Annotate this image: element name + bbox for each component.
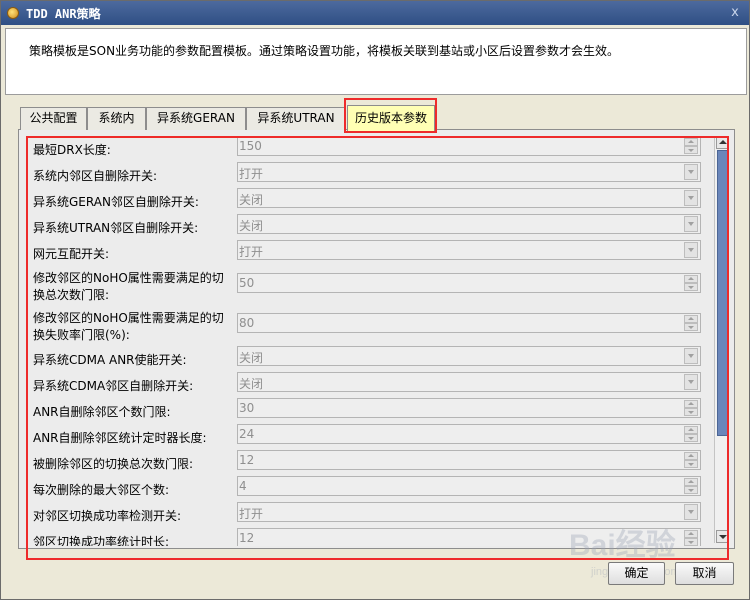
cancel-button[interactable]: 取消 [675,562,734,585]
description-panel: 策略模板是SON业务功能的参数配置模板。通过策略设置功能，将模板关联到基站或小区… [5,28,747,95]
ok-button[interactable]: 确定 [608,562,665,585]
app-icon [6,6,20,20]
tab-common-config[interactable]: 公共配置 [20,107,87,130]
watermark-text: Bai经验 [569,528,676,562]
tab-inter-geran[interactable]: 异系统GERAN [146,107,246,130]
content-highlight-box [26,136,729,560]
window-title: TDD ANR策略 [26,6,101,21]
close-icon[interactable]: x [727,5,743,21]
tab-intra-system[interactable]: 系统内 [87,107,146,130]
tab-inter-utran[interactable]: 异系统UTRAN [246,107,346,130]
title-bar[interactable]: TDD ANR策略 x [1,1,749,25]
description-text: 策略模板是SON业务功能的参数配置模板。通过策略设置功能，将模板关联到基站或小区… [29,44,620,58]
dialog-window: TDD ANR策略 x 策略模板是SON业务功能的参数配置模板。通过策略设置功能… [0,0,750,600]
tab-highlight-box [344,98,437,133]
